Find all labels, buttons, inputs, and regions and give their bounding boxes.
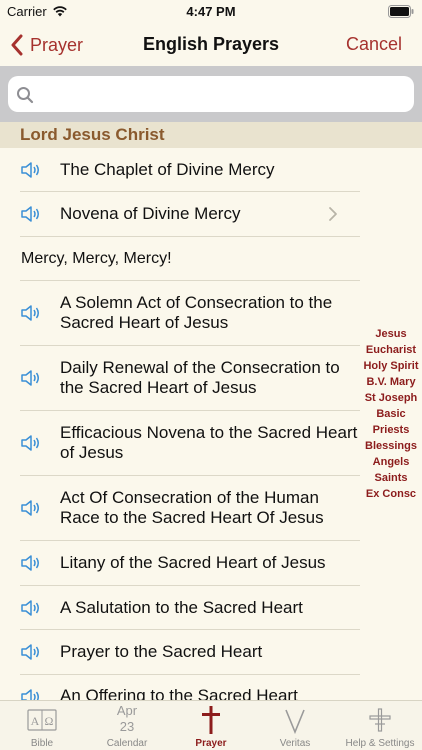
prayer-title: Mercy, Mercy, Mercy! <box>21 250 172 267</box>
navigation-bar: Prayer English Prayers Cancel <box>0 24 422 66</box>
index-ex-consc[interactable]: Ex Consc <box>360 486 422 502</box>
speaker-icon[interactable] <box>20 434 42 452</box>
index-eucharist[interactable]: Eucharist <box>360 342 422 358</box>
chevron-right-icon <box>329 207 337 221</box>
search-bar <box>0 66 422 122</box>
prayer-row[interactable]: A Salutation to the Sacred Heart <box>0 586 360 630</box>
index-bv-mary[interactable]: B.V. Mary <box>360 374 422 390</box>
status-bar: Carrier 4:47 PM <box>0 0 422 24</box>
search-input[interactable] <box>40 76 406 112</box>
tab-veritas[interactable]: Veritas <box>253 701 337 750</box>
veritas-icon <box>285 709 305 734</box>
speaker-icon[interactable] <box>20 554 42 572</box>
settings-icon <box>369 708 391 732</box>
speaker-icon[interactable] <box>20 369 42 387</box>
prayer-row[interactable]: Efficacious Novena to the Sacred Heart o… <box>0 411 360 475</box>
prayer-row[interactable]: Mercy, Mercy, Mercy! <box>0 237 360 281</box>
status-time: 4:47 PM <box>186 4 236 19</box>
index-basic[interactable]: Basic <box>360 406 422 422</box>
section-index[interactable]: Jesus Eucharist Holy Spirit B.V. Mary St… <box>360 326 422 502</box>
prayer-title: Efficacious Novena to the Sacred Heart o… <box>60 423 358 462</box>
speaker-icon[interactable] <box>20 161 42 179</box>
prayer-title: The Chaplet of Divine Mercy <box>60 160 275 179</box>
back-label: Prayer <box>30 34 84 55</box>
section-header: Lord Jesus Christ <box>0 122 422 148</box>
prayer-row[interactable]: Litany of the Sacred Heart of Jesus <box>0 541 360 585</box>
tab-calendar[interactable]: Apr 23 Calendar <box>85 701 169 750</box>
prayer-title: Daily Renewal of the Consecration to the… <box>60 358 340 397</box>
bible-icon: A Ω <box>27 709 57 731</box>
chevron-left-icon <box>11 34 23 56</box>
svg-text:A: A <box>31 714 40 728</box>
index-st-joseph[interactable]: St Joseph <box>360 390 422 406</box>
tab-label: Veritas <box>279 738 311 749</box>
index-saints[interactable]: Saints <box>360 470 422 486</box>
prayer-row[interactable]: Daily Renewal of the Consecration to the… <box>0 346 360 410</box>
tab-bible[interactable]: A Ω Bible <box>0 701 84 750</box>
speaker-icon[interactable] <box>20 205 42 223</box>
prayer-row[interactable]: The Chaplet of Divine Mercy <box>0 148 360 192</box>
speaker-icon[interactable] <box>20 688 42 700</box>
index-blessings[interactable]: Blessings <box>360 438 422 454</box>
tab-help-settings[interactable]: Help & Settings <box>338 701 422 750</box>
prayer-row[interactable]: An Offering to the Sacred Heart <box>0 675 360 700</box>
speaker-icon[interactable] <box>20 643 42 661</box>
tab-label: Calendar <box>106 738 148 749</box>
index-priests[interactable]: Priests <box>360 422 422 438</box>
prayer-row[interactable]: Novena of Divine Mercy <box>0 192 360 236</box>
search-field[interactable] <box>8 76 414 112</box>
tab-label: Help & Settings <box>345 738 415 749</box>
search-icon <box>17 87 34 104</box>
svg-text:Ω: Ω <box>45 714 54 728</box>
prayer-title: Novena of Divine Mercy <box>60 204 241 223</box>
tab-label: Bible <box>30 738 54 749</box>
tab-bar: A Ω Bible Apr 23 Calendar Prayer Veritas… <box>0 700 422 750</box>
prayer-row[interactable]: Act Of Consecration of the Human Race to… <box>0 476 360 540</box>
speaker-icon[interactable] <box>20 599 42 617</box>
calendar-day: 23 <box>119 719 135 734</box>
cross-icon <box>202 706 220 734</box>
cancel-button[interactable]: Cancel <box>346 34 402 55</box>
prayer-title: Litany of the Sacred Heart of Jesus <box>60 553 326 572</box>
index-angels[interactable]: Angels <box>360 454 422 470</box>
tab-label: Prayer <box>195 738 227 749</box>
prayer-title: An Offering to the Sacred Heart <box>60 686 298 700</box>
calendar-month: Apr <box>116 703 138 718</box>
prayer-title: Prayer to the Sacred Heart <box>60 642 263 661</box>
prayer-title: A Solemn Act of Consecration to the Sacr… <box>60 293 333 332</box>
back-button[interactable]: Prayer <box>10 32 83 58</box>
speaker-icon[interactable] <box>20 304 42 322</box>
index-jesus[interactable]: Jesus <box>360 326 422 342</box>
battery-icon <box>388 5 414 18</box>
prayer-row[interactable]: A Solemn Act of Consecration to the Sacr… <box>0 281 360 345</box>
index-holy-spirit[interactable]: Holy Spirit <box>360 358 422 374</box>
tab-prayer[interactable]: Prayer <box>169 701 253 750</box>
prayer-list[interactable]: Lord Jesus Christ The Chaplet of Divine … <box>0 122 422 700</box>
prayer-title: A Salutation to the Sacred Heart <box>60 598 303 617</box>
prayer-title: Act Of Consecration of the Human Race to… <box>60 488 324 527</box>
speaker-icon[interactable] <box>20 499 42 517</box>
prayer-row[interactable]: Prayer to the Sacred Heart <box>0 630 360 674</box>
